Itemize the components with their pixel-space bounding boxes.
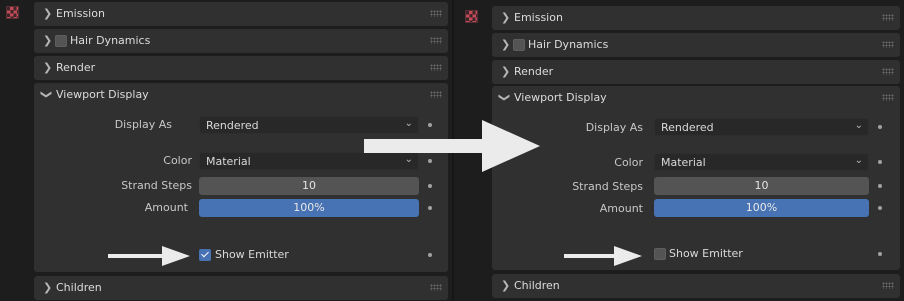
section-hair-dynamics-label: Hair Dynamics <box>528 38 609 51</box>
section-emission[interactable]: ❯ Emission <box>492 6 900 30</box>
chevron-right-icon: ❯ <box>501 279 511 292</box>
strand-steps-field[interactable]: 10 <box>654 177 869 195</box>
drag-grip-icon[interactable] <box>882 68 894 75</box>
chevron-right-icon: ❯ <box>501 38 511 51</box>
amount-slider[interactable]: 100% <box>654 199 869 217</box>
section-children-label: Children <box>56 281 102 294</box>
chevron-down-icon: ⌄ <box>854 155 863 166</box>
hair-dynamics-checkbox[interactable] <box>55 35 67 47</box>
animate-property-dot[interactable] <box>428 253 432 257</box>
pointer-arrow-icon <box>564 246 642 266</box>
section-children-label: Children <box>514 279 560 292</box>
chevron-right-icon: ❯ <box>43 281 53 294</box>
section-render-label: Render <box>56 61 96 74</box>
drag-grip-icon[interactable] <box>430 64 442 71</box>
chevron-right-icon: ❯ <box>501 65 511 78</box>
chevron-right-icon: ❯ <box>43 7 53 20</box>
section-render-label: Render <box>514 65 554 78</box>
animate-property-dot[interactable] <box>878 252 882 256</box>
section-viewport-display[interactable]: ❯ Viewport Display <box>34 83 448 107</box>
section-viewport-display-label: Viewport Display <box>56 88 149 101</box>
hair-dynamics-checkbox[interactable] <box>513 39 525 51</box>
animate-property-dot[interactable] <box>878 184 882 188</box>
show-emitter-checkbox[interactable] <box>654 248 666 260</box>
chevron-down-icon: ❯ <box>498 92 512 103</box>
show-emitter-label: Show Emitter <box>215 248 289 261</box>
display-as-value: Rendered <box>661 121 714 134</box>
section-emission-label: Emission <box>514 11 563 24</box>
section-children[interactable]: ❯ Children <box>34 276 448 300</box>
tab-strip <box>0 0 30 301</box>
drag-grip-icon[interactable] <box>882 282 894 289</box>
show-emitter-checkbox[interactable] <box>199 249 211 261</box>
section-children[interactable]: ❯ Children <box>492 274 900 298</box>
texture-checker-icon[interactable] <box>6 6 19 19</box>
drag-grip-icon[interactable] <box>882 14 894 21</box>
drag-grip-icon[interactable] <box>430 37 442 44</box>
color-dropdown[interactable]: Material ⌄ <box>654 153 869 171</box>
section-hair-dynamics[interactable]: ❯ Hair Dynamics <box>34 29 448 53</box>
drag-grip-icon[interactable] <box>430 284 442 291</box>
show-emitter-label: Show Emitter <box>669 247 743 260</box>
amount-slider[interactable]: 100% <box>199 199 419 217</box>
section-emission-label: Emission <box>56 7 105 20</box>
animate-property-dot[interactable] <box>428 206 432 210</box>
viewport-display-body: Display As Rendered ⌄ Color Material ⌄ S… <box>492 110 900 270</box>
animate-property-dot[interactable] <box>878 160 882 164</box>
pointer-arrow-icon <box>108 246 190 266</box>
color-label: Color <box>163 154 192 167</box>
drag-grip-icon[interactable] <box>882 94 894 101</box>
section-viewport-display-label: Viewport Display <box>514 91 607 104</box>
chevron-right-icon: ❯ <box>43 61 53 74</box>
chevron-right-icon: ❯ <box>43 34 53 47</box>
amount-label: Amount <box>144 201 188 214</box>
chevron-down-icon: ❯ <box>40 89 54 100</box>
strand-steps-label: Strand Steps <box>121 179 192 192</box>
display-as-value: Rendered <box>206 119 259 132</box>
drag-grip-icon[interactable] <box>430 10 442 17</box>
amount-label: Amount <box>599 202 643 215</box>
strand-steps-label: Strand Steps <box>572 180 643 193</box>
strand-steps-field[interactable]: 10 <box>199 177 419 195</box>
animate-property-dot[interactable] <box>878 125 882 129</box>
display-as-dropdown[interactable]: Rendered ⌄ <box>654 118 869 136</box>
chevron-right-icon: ❯ <box>501 11 511 24</box>
section-hair-dynamics-label: Hair Dynamics <box>70 34 151 47</box>
animate-property-dot[interactable] <box>878 206 882 210</box>
texture-checker-icon[interactable] <box>465 10 478 23</box>
display-as-label: Display As <box>114 118 172 131</box>
section-hair-dynamics[interactable]: ❯ Hair Dynamics <box>492 33 900 57</box>
section-render[interactable]: ❯ Render <box>492 60 900 84</box>
section-emission[interactable]: ❯ Emission <box>34 2 448 26</box>
section-render[interactable]: ❯ Render <box>34 56 448 80</box>
section-viewport-display[interactable]: ❯ Viewport Display <box>492 86 900 110</box>
chevron-down-icon: ⌄ <box>854 120 863 131</box>
drag-grip-icon[interactable] <box>430 91 442 98</box>
drag-grip-icon[interactable] <box>882 41 894 48</box>
color-value: Material <box>206 155 251 168</box>
color-value: Material <box>661 156 706 169</box>
big-transition-arrow-icon <box>364 120 540 172</box>
animate-property-dot[interactable] <box>428 184 432 188</box>
